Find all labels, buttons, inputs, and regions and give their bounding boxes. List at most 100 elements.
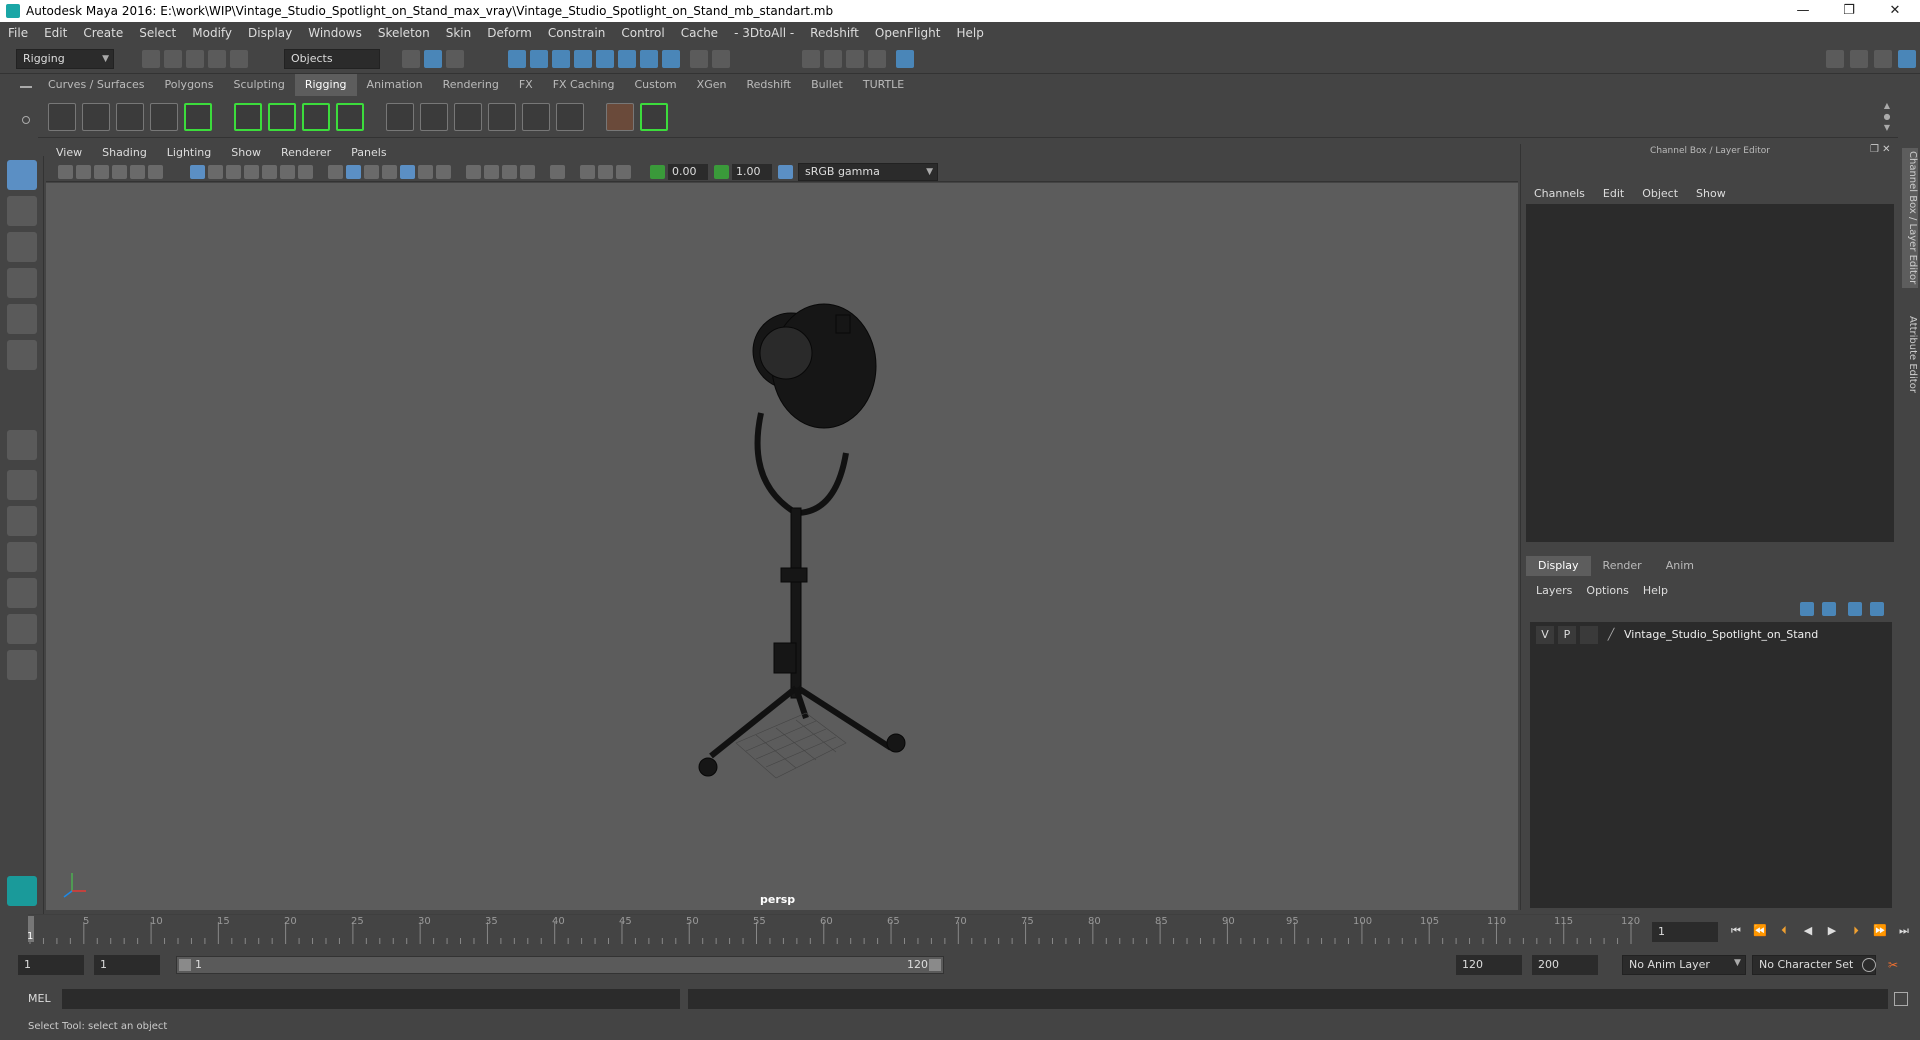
shelf-tab-fx-caching[interactable]: FX Caching xyxy=(543,74,625,96)
shelf-tab-sculpting[interactable]: Sculpting xyxy=(223,74,294,96)
persp-graph-layout-icon[interactable] xyxy=(7,542,37,572)
collapse-tools-icon[interactable] xyxy=(7,650,37,680)
select-tool-icon[interactable] xyxy=(7,160,37,190)
character-set-dropdown[interactable]: No Character Set xyxy=(1752,955,1876,975)
menu-deform[interactable]: Deform xyxy=(479,22,540,44)
snap-view-plane-icon[interactable] xyxy=(574,50,592,68)
camera-attributes-icon[interactable] xyxy=(76,165,91,179)
viewport-menu-shading[interactable]: Shading xyxy=(92,144,157,162)
go-to-start-icon[interactable]: ⏮ xyxy=(1728,923,1744,939)
paint-select-tool-icon[interactable] xyxy=(7,232,37,262)
animation-preferences-icon[interactable]: ✂ xyxy=(1888,958,1902,972)
layer-color-icon[interactable]: ╱ xyxy=(1602,626,1620,644)
ik-spline-icon[interactable] xyxy=(116,103,144,131)
snap-point-icon[interactable] xyxy=(552,50,570,68)
image-plane-icon[interactable] xyxy=(112,165,127,179)
layer-menu-layers[interactable]: Layers xyxy=(1536,584,1572,597)
smooth-shade-icon[interactable] xyxy=(346,165,361,179)
use-all-lights-icon[interactable] xyxy=(418,165,433,179)
xray-components-icon[interactable] xyxy=(616,165,631,179)
camera-select-icon[interactable] xyxy=(58,165,73,179)
new-scene-icon[interactable] xyxy=(142,50,160,68)
select-hierarchy-icon[interactable] xyxy=(402,50,420,68)
layer-tab-render[interactable]: Render xyxy=(1591,556,1654,576)
menu-skeleton[interactable]: Skeleton xyxy=(370,22,438,44)
side-tab-attribute-editor[interactable]: Attribute Editor xyxy=(1902,304,1918,404)
exposure-field[interactable]: 0.00 xyxy=(668,164,708,180)
lasso-tool-icon[interactable] xyxy=(7,196,37,226)
gate-mask-icon[interactable] xyxy=(244,165,259,179)
animation-end-field[interactable]: 200 xyxy=(1532,955,1598,975)
playback-start-field[interactable]: 1 xyxy=(94,955,160,975)
viewport-menu-view[interactable]: View xyxy=(46,144,92,162)
history-icon[interactable] xyxy=(640,50,658,68)
insert-joint-icon[interactable] xyxy=(150,103,178,131)
viewport-menu-show[interactable]: Show xyxy=(221,144,271,162)
shelf-tab-curves-surfaces[interactable]: Curves / Surfaces xyxy=(38,74,155,96)
menu-cache[interactable]: Cache xyxy=(673,22,726,44)
render-view-icon[interactable] xyxy=(802,50,820,68)
restore-button[interactable]: ❐ xyxy=(1826,0,1872,22)
undo-icon[interactable] xyxy=(208,50,226,68)
detach-skin-icon[interactable] xyxy=(420,103,448,131)
color-management-icon[interactable] xyxy=(778,165,793,179)
redo-icon[interactable] xyxy=(230,50,248,68)
field-chart-icon[interactable] xyxy=(262,165,277,179)
select-component-icon[interactable] xyxy=(446,50,464,68)
snap-curve-icon[interactable] xyxy=(530,50,548,68)
xray-icon[interactable] xyxy=(580,165,595,179)
menu-modify[interactable]: Modify xyxy=(184,22,240,44)
shadows-icon[interactable] xyxy=(436,165,451,179)
menu-windows[interactable]: Windows xyxy=(300,22,370,44)
range-start-handle[interactable] xyxy=(179,959,191,971)
channel-box-toggle-icon[interactable] xyxy=(1898,50,1916,68)
menu-skin[interactable]: Skin xyxy=(438,22,480,44)
render-frame-icon[interactable] xyxy=(824,50,842,68)
go-to-end-icon[interactable]: ⏭ xyxy=(1896,923,1912,939)
depth-of-field-icon[interactable] xyxy=(520,165,535,179)
minimize-button[interactable]: — xyxy=(1780,0,1826,22)
move-layer-up-icon[interactable] xyxy=(1800,602,1814,616)
shelf-tab-redshift[interactable]: Redshift xyxy=(736,74,801,96)
menu-control[interactable]: Control xyxy=(613,22,672,44)
shelf-scroll-icon[interactable]: ▲ ● ▼ xyxy=(1882,100,1892,134)
hypershade-icon[interactable] xyxy=(896,50,914,68)
cluster-icon[interactable] xyxy=(234,103,262,131)
close-button[interactable]: ✕ xyxy=(1872,0,1918,22)
range-slider[interactable]: 1 120 xyxy=(176,956,944,974)
cb-menu-edit[interactable]: Edit xyxy=(1603,187,1624,200)
anti-aliasing-icon[interactable] xyxy=(502,165,517,179)
mirror-weights-icon[interactable] xyxy=(488,103,516,131)
joint-tool-icon[interactable] xyxy=(48,103,76,131)
viewport-menu-renderer[interactable]: Renderer xyxy=(271,144,341,162)
aim-constraint-icon[interactable] xyxy=(640,103,668,131)
ipr-render-icon[interactable] xyxy=(846,50,864,68)
menu-redshift[interactable]: Redshift xyxy=(802,22,867,44)
menu-edit[interactable]: Edit xyxy=(36,22,75,44)
menu-file[interactable]: File xyxy=(0,22,36,44)
animation-start-field[interactable]: 1 xyxy=(18,955,84,975)
open-scene-icon[interactable] xyxy=(164,50,182,68)
play-forwards-icon[interactable]: ▶ xyxy=(1824,923,1840,939)
new-layer-selected-icon[interactable] xyxy=(1870,602,1884,616)
snap-grid-icon[interactable] xyxy=(508,50,526,68)
auto-key-icon[interactable] xyxy=(1862,958,1876,972)
layer-tab-anim[interactable]: Anim xyxy=(1654,556,1706,576)
gamma-icon[interactable] xyxy=(714,165,729,179)
construction-icon[interactable] xyxy=(662,50,680,68)
layer-playback-toggle[interactable]: P xyxy=(1558,626,1576,644)
side-tab-channel-box[interactable]: Channel Box / Layer Editor xyxy=(1902,148,1918,288)
textured-icon[interactable] xyxy=(400,165,415,179)
layer-name[interactable]: Vintage_Studio_Spotlight_on_Stand xyxy=(1624,628,1818,641)
hypershade-layout-icon[interactable] xyxy=(7,614,37,644)
current-frame-field[interactable]: 1 xyxy=(1652,922,1718,942)
command-language-label[interactable]: MEL xyxy=(28,992,51,1005)
step-back-key-icon[interactable]: ⏴ xyxy=(1776,923,1792,939)
render-settings-icon[interactable] xyxy=(868,50,886,68)
four-view-layout-icon[interactable] xyxy=(7,470,37,500)
perspective-viewport[interactable] xyxy=(46,183,1518,910)
script-editor-icon[interactable] xyxy=(1894,992,1908,1006)
menu-select[interactable]: Select xyxy=(131,22,184,44)
layer-row[interactable]: V P ╱ Vintage_Studio_Spotlight_on_Stand xyxy=(1530,626,1892,644)
move-tool-icon[interactable] xyxy=(7,268,37,298)
